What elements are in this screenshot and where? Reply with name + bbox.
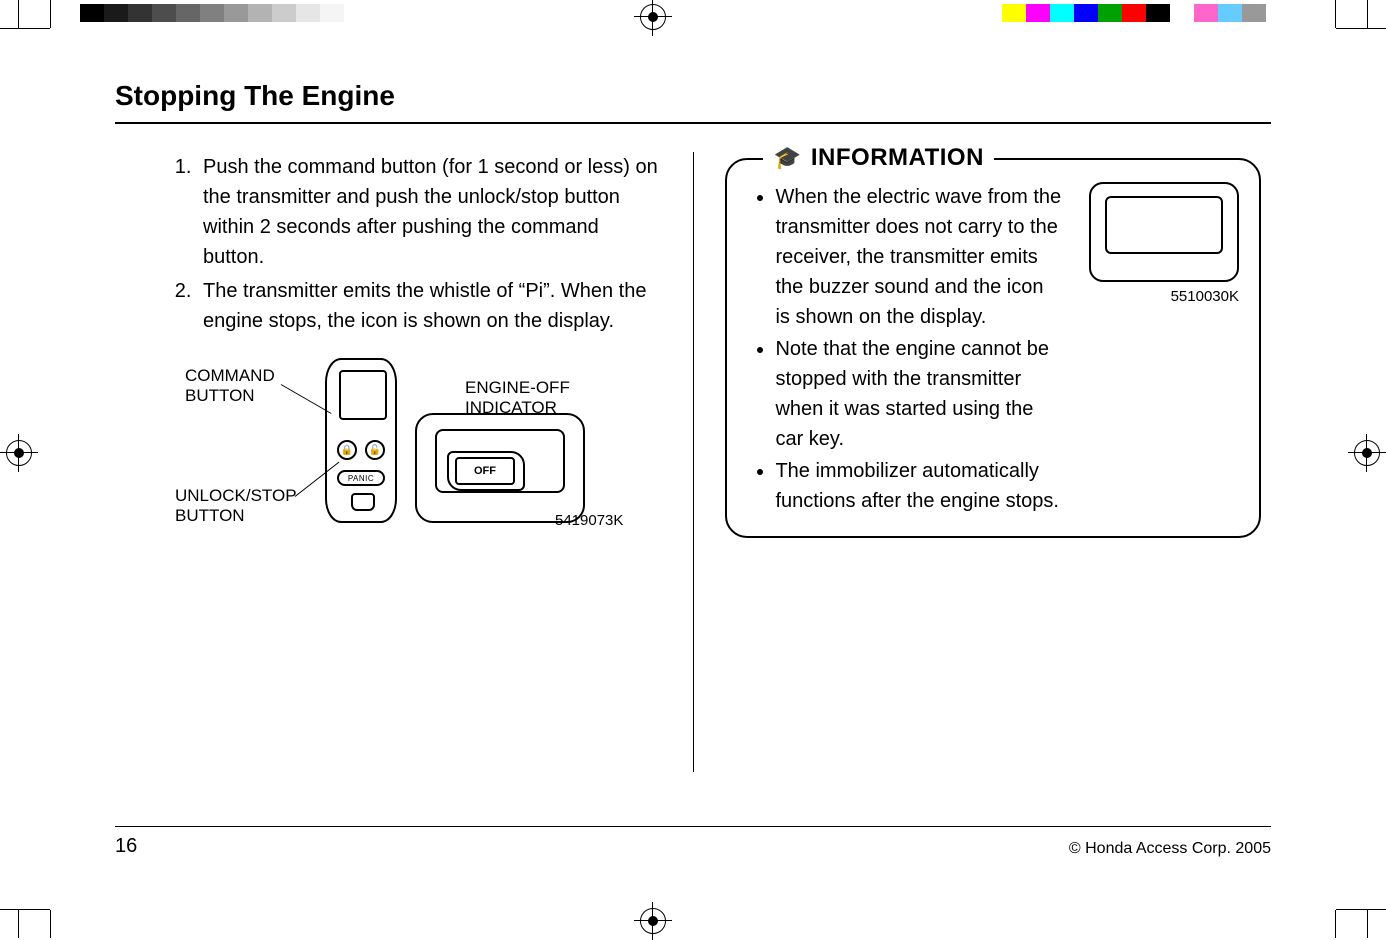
remote-lock-button-icon: 🔒 (337, 440, 357, 460)
information-item: Note that the engine cannot be stopped w… (775, 334, 1063, 454)
information-item: When the electric wave from the transmit… (775, 182, 1063, 332)
information-box: 🎓 INFORMATION When the electric wave fro… (725, 158, 1261, 538)
swatch (128, 4, 152, 22)
information-figure: 5510030K (1079, 182, 1239, 518)
steps-list: Push the command button (for 1 second or… (125, 152, 661, 336)
swatch (1122, 4, 1146, 22)
copyright: © Honda Access Corp. 2005 (1069, 840, 1271, 858)
registration-mark-icon (640, 4, 666, 30)
swatch (296, 4, 320, 22)
information-heading: 🎓 INFORMATION (763, 144, 993, 172)
swatch (1002, 4, 1026, 22)
crop-mark (18, 0, 19, 28)
crop-mark (1336, 28, 1386, 29)
information-body: When the electric wave from the transmit… (747, 182, 1239, 518)
crop-mark (50, 910, 51, 938)
swatch (152, 4, 176, 22)
swatch (1170, 4, 1194, 22)
small-display-inner-icon (1105, 196, 1223, 254)
left-column: Push the command button (for 1 second or… (115, 152, 671, 772)
columns: Push the command button (for 1 second or… (115, 152, 1271, 772)
graduation-cap-icon: 🎓 (773, 145, 800, 171)
remote-screen-icon (339, 370, 387, 420)
swatch (1218, 4, 1242, 22)
information-text: When the electric wave from the transmit… (747, 182, 1063, 518)
swatch (176, 4, 200, 22)
registration-mark-icon (640, 908, 666, 934)
swatch (320, 4, 344, 22)
callout-line (281, 384, 332, 414)
unlock-icon: 🔓 (369, 445, 381, 456)
grayscale-colorbar (80, 4, 368, 22)
page-title: Stopping The Engine (115, 80, 1271, 122)
swatch (224, 4, 248, 22)
swatch (272, 4, 296, 22)
content-area: Stopping The Engine Push the command but… (115, 80, 1271, 858)
registration-mark-icon (6, 440, 32, 466)
swatch (1026, 4, 1050, 22)
small-display-icon (1089, 182, 1239, 282)
crop-mark (1335, 910, 1336, 938)
right-column: 🎓 INFORMATION When the electric wave fro… (715, 152, 1271, 772)
crop-mark (1367, 910, 1368, 938)
crop-mark (18, 910, 19, 938)
cmyk-colorbar (1002, 4, 1266, 22)
step-item: The transmitter emits the whistle of “Pi… (197, 276, 661, 336)
swatch (1050, 4, 1074, 22)
crop-mark (0, 28, 50, 29)
page-root: Stopping The Engine Push the command but… (0, 0, 1386, 938)
crop-mark (1336, 909, 1386, 910)
information-image-code: 5510030K (1079, 288, 1239, 305)
figure-image-code: 5419073K (555, 512, 623, 529)
swatch (80, 4, 104, 22)
column-divider (693, 152, 694, 772)
crop-mark (50, 0, 51, 28)
page-number: 16 (115, 835, 137, 858)
information-item: The immobilizer automatically functions … (775, 456, 1063, 516)
crop-mark (0, 909, 50, 910)
remote-unlock-button-icon: 🔓 (365, 440, 385, 460)
swatch (248, 4, 272, 22)
crop-mark (1335, 0, 1336, 28)
information-heading-label: INFORMATION (811, 144, 984, 172)
registration-mark-icon (1354, 440, 1380, 466)
label-command-button: COMMAND BUTTON (185, 366, 275, 407)
crop-mark (1367, 0, 1368, 28)
swatch (104, 4, 128, 22)
step-item: Push the command button (for 1 second or… (197, 152, 661, 272)
engine-off-indicator-icon: OFF (455, 457, 515, 485)
label-unlock-stop-button: UNLOCK/STOP BUTTON (175, 486, 297, 527)
swatch (1098, 4, 1122, 22)
remote-panic-button-icon: PANIC (337, 470, 385, 486)
swatch (1242, 4, 1266, 22)
page-footer: 16 © Honda Access Corp. 2005 (115, 826, 1271, 858)
swatch (200, 4, 224, 22)
swatch (1146, 4, 1170, 22)
swatch (1194, 4, 1218, 22)
transmitter-remote-icon: 🔒 🔓 PANIC (325, 358, 397, 523)
transmitter-figure: COMMAND BUTTON UNLOCK/STOP BUTTON ENGINE… (125, 358, 661, 558)
swatch (1074, 4, 1098, 22)
information-list: When the electric wave from the transmit… (747, 182, 1063, 516)
lock-icon: 🔒 (341, 445, 353, 456)
honda-logo-icon (351, 493, 375, 511)
swatch (344, 4, 368, 22)
title-rule (115, 122, 1271, 124)
display-unit-icon: OFF (415, 413, 585, 523)
